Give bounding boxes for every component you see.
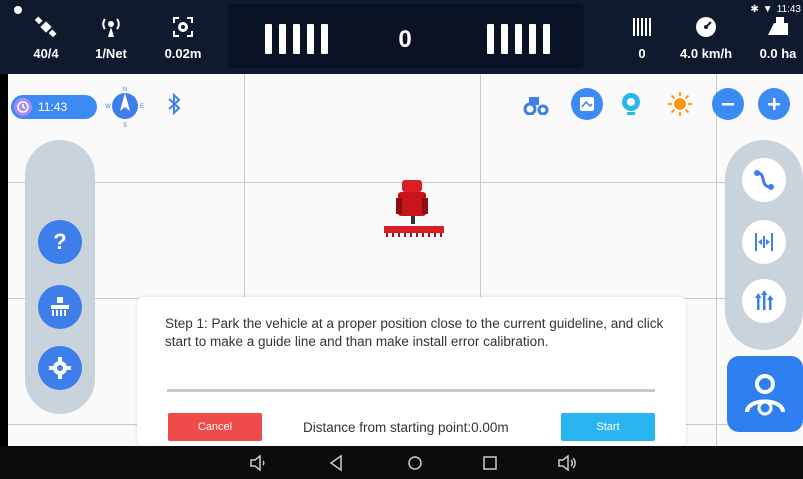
- wifi-icon: ▼: [762, 4, 773, 15]
- row-count-status[interactable]: 0: [624, 0, 660, 74]
- recents-icon[interactable]: [478, 451, 502, 475]
- accuracy-value: 0.02m: [164, 45, 202, 61]
- lightbar-right-bars: [487, 24, 550, 54]
- speed-status[interactable]: 4.0 km/h: [676, 0, 736, 74]
- zoom-in-icon[interactable]: [758, 88, 790, 120]
- map-layers-icon[interactable]: [571, 88, 603, 120]
- zoom-out-icon[interactable]: [712, 88, 744, 120]
- notification-dot: [14, 6, 22, 14]
- grid-line: [716, 74, 717, 446]
- clock-time: 11:43: [38, 100, 68, 114]
- clock-icon: [14, 98, 32, 116]
- progress-bar: [167, 389, 655, 392]
- location-icon[interactable]: [615, 88, 647, 120]
- ab-line-button[interactable]: [742, 220, 786, 264]
- help-button[interactable]: ?: [38, 220, 82, 264]
- tractor-icon[interactable]: [520, 88, 552, 120]
- brightness-icon[interactable]: [664, 88, 696, 120]
- area-value: 0.0 ha: [759, 45, 797, 61]
- settings-icon: [49, 357, 71, 379]
- guideline-curve-icon: [754, 170, 774, 190]
- antenna-icon: [98, 14, 124, 40]
- clock-badge[interactable]: 11:43: [11, 95, 97, 119]
- satellite-count: 40/4: [33, 45, 59, 61]
- guideline-curve-button[interactable]: [742, 158, 786, 202]
- android-navigation-bar: [0, 446, 803, 479]
- compass-icon[interactable]: N S W E: [105, 84, 145, 129]
- network-status[interactable]: 1/Net: [86, 0, 136, 74]
- satellite-status[interactable]: 40/4: [26, 0, 66, 74]
- status-bar: 40/4 1/Net 0.02m 0 0 4.0 km/h 0.0 ha ✱ ▼…: [0, 0, 803, 74]
- row-count-value: 0: [638, 45, 646, 61]
- bluetooth-icon[interactable]: [162, 92, 186, 116]
- dialog-message: Step 1: Park the vehicle at a proper pos…: [165, 316, 664, 349]
- implement-icon: [51, 297, 69, 316]
- calibration-dialog: Step 1: Park the vehicle at a proper pos…: [137, 297, 686, 446]
- android-status-icons: ✱ ▼ 11:43: [750, 4, 801, 15]
- speedometer-icon: [693, 14, 719, 40]
- rows-icon: [629, 14, 655, 40]
- field-area-icon: [765, 14, 791, 40]
- speed-value: 4.0 km/h: [679, 45, 733, 61]
- driver-steering-icon: [745, 374, 785, 416]
- help-icon: ?: [53, 229, 67, 254]
- accuracy-status[interactable]: 0.02m: [158, 0, 208, 74]
- network-value: 1/Net: [95, 45, 127, 61]
- back-icon[interactable]: [324, 451, 348, 475]
- compass-east: E: [140, 104, 144, 110]
- volume-down-icon[interactable]: [246, 451, 270, 475]
- vehicle-marker: [382, 178, 446, 240]
- volume-up-icon[interactable]: [555, 451, 579, 475]
- android-clock: 11:43: [776, 4, 801, 15]
- adjust-button[interactable]: [742, 279, 786, 323]
- adjust-icon: [755, 290, 774, 310]
- distance-readout: Distance from starting point:0.00m: [303, 420, 509, 435]
- ab-line-icon: [755, 233, 773, 251]
- bluetooth-small-icon: ✱: [750, 4, 759, 15]
- compass-west: W: [105, 104, 111, 110]
- compass-north: N: [123, 87, 127, 93]
- start-button[interactable]: Start: [561, 413, 655, 441]
- lightbar-offset-value: 0: [398, 26, 412, 53]
- settings-button[interactable]: [38, 346, 82, 390]
- target-icon: [170, 14, 196, 40]
- home-icon[interactable]: [403, 451, 427, 475]
- auto-steer-button[interactable]: [727, 356, 803, 432]
- satellite-icon: [33, 14, 59, 40]
- implement-button[interactable]: [38, 285, 82, 329]
- lightbar-left-bars: [265, 24, 328, 54]
- cancel-button[interactable]: Cancel: [168, 413, 262, 441]
- compass-south: S: [123, 123, 127, 128]
